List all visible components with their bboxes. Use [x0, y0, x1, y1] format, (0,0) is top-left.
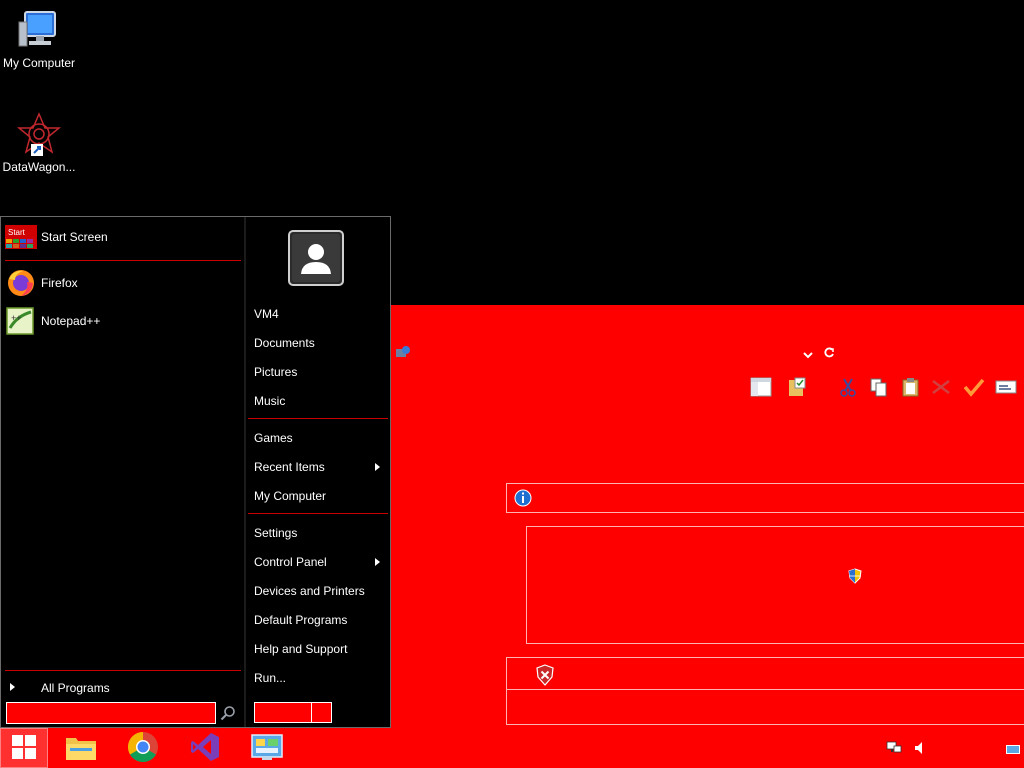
menu-item-my-computer[interactable]: My Computer [254, 489, 326, 503]
menu-item-control-panel[interactable]: Control Panel [246, 552, 390, 570]
menu-item-recent-items[interactable]: Recent Items [246, 457, 390, 475]
copy-icon[interactable] [868, 377, 890, 397]
layout-pane-icon[interactable] [750, 377, 772, 397]
network-icon[interactable] [886, 741, 902, 758]
pinned-firefox[interactable]: Firefox [5, 268, 78, 298]
computer-icon [15, 8, 63, 54]
desktop-icon-label: My Computer [2, 56, 76, 70]
datawagon-shortcut-icon [15, 112, 63, 158]
shield-icon [848, 568, 862, 587]
security-shield-error-icon [535, 664, 555, 689]
folder-options-icon[interactable] [787, 377, 809, 397]
chevron-right-icon [375, 463, 380, 471]
menu-item-help-support[interactable]: Help and Support [254, 642, 347, 656]
desktop-icon-datawagon[interactable]: DataWagon... [0, 112, 78, 174]
refresh-icon[interactable] [823, 347, 835, 362]
chevron-right-icon [10, 683, 15, 691]
all-programs-button[interactable]: All Programs [9, 680, 241, 696]
pinned-notepadpp[interactable]: ++ Notepad++ [5, 306, 100, 336]
pinned-label: Start Screen [41, 230, 108, 244]
svg-text:Start: Start [8, 228, 26, 237]
file-explorer-icon [64, 732, 98, 765]
taskbar [0, 728, 1024, 768]
menu-item-label: Control Panel [254, 555, 327, 569]
pinned-start-screen[interactable]: Start Start Screen [5, 222, 108, 252]
start-menu-right-pane: VM4 Documents Pictures Music Games Recen… [246, 217, 390, 727]
svg-text:++: ++ [11, 313, 22, 323]
shutdown-button[interactable] [254, 702, 332, 723]
menu-item-settings[interactable]: Settings [254, 526, 297, 540]
network-globe-icon[interactable] [395, 345, 411, 362]
control-panel-icon [250, 732, 284, 765]
show-desktop-icon[interactable] [1006, 744, 1020, 758]
delete-icon[interactable] [930, 377, 952, 397]
menu-item-default-programs[interactable]: Default Programs [254, 613, 347, 627]
visual-studio-icon [189, 731, 221, 766]
volume-icon[interactable] [914, 741, 926, 758]
taskbar-chrome[interactable] [119, 728, 167, 768]
cut-icon[interactable] [837, 377, 859, 397]
avatar[interactable] [288, 230, 344, 286]
taskbar-file-explorer[interactable] [57, 728, 105, 768]
checkmark-icon[interactable] [963, 377, 985, 397]
search-input[interactable] [6, 702, 216, 724]
chevron-right-icon [375, 558, 380, 566]
menu-item-games[interactable]: Games [254, 431, 293, 445]
info-bar [506, 483, 1024, 513]
menu-item-documents[interactable]: Documents [254, 336, 315, 350]
user-name-link[interactable]: VM4 [254, 307, 279, 321]
menu-item-devices-printers[interactable]: Devices and Printers [254, 584, 365, 598]
start-menu: Start Start Screen Firefox ++ Notepad++ … [0, 216, 391, 728]
start-screen-icon: Start [5, 222, 37, 252]
search-icon[interactable] [220, 705, 236, 724]
desktop-icon-my-computer[interactable]: My Computer [0, 8, 78, 70]
start-menu-left-pane: Start Start Screen Firefox ++ Notepad++ … [1, 217, 245, 727]
taskbar-visual-studio[interactable] [181, 728, 229, 768]
content-panel [526, 526, 1024, 644]
pinned-label: Notepad++ [41, 314, 101, 328]
properties-icon[interactable] [995, 377, 1017, 397]
taskbar-control-panel[interactable] [243, 728, 291, 768]
desktop-icon-label: DataWagon... [2, 160, 76, 174]
windows-logo-icon [11, 734, 37, 763]
menu-item-run[interactable]: Run... [254, 671, 286, 685]
all-programs-label: All Programs [41, 681, 110, 695]
notepadpp-icon: ++ [5, 306, 37, 336]
chevron-down-icon[interactable] [803, 349, 813, 363]
info-icon [514, 489, 532, 510]
shutdown-split [311, 703, 312, 722]
background-window [391, 305, 1024, 728]
chrome-icon [127, 731, 159, 766]
pinned-label: Firefox [41, 276, 78, 290]
paste-icon[interactable] [900, 377, 922, 397]
menu-item-pictures[interactable]: Pictures [254, 365, 297, 379]
firefox-icon [5, 268, 37, 298]
start-button[interactable] [0, 728, 48, 768]
menu-item-music[interactable]: Music [254, 394, 285, 408]
menu-item-label: Recent Items [254, 460, 325, 474]
security-panel [506, 657, 1024, 725]
